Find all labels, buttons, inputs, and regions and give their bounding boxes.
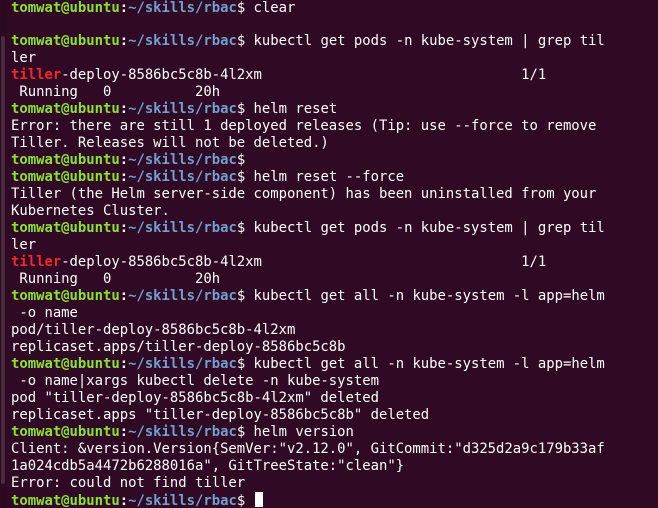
command-input[interactable]: [245, 493, 253, 508]
prompt-user-host: tomwat@ubuntu: [11, 169, 120, 185]
terminal-line: tomwat@ubuntu:~/skills/rbac$: [11, 152, 646, 169]
terminal-line: tomwat@ubuntu:~/skills/rbac$ helm versio…: [11, 424, 646, 441]
command-text: kubectl get pods -n kube-system | grep t…: [245, 220, 605, 236]
prompt-separator: :: [119, 0, 129, 16]
prompt-separator: :: [119, 220, 129, 236]
prompt-path: ~/skills/rbac: [128, 220, 237, 236]
command-text: helm reset --force: [245, 169, 405, 185]
prompt-path: ~/skills/rbac: [128, 356, 237, 372]
prompt-path: ~/skills/rbac: [128, 101, 237, 117]
command-text: kubectl get pods -n kube-system | grep t…: [245, 33, 605, 49]
terminal-line: 1a024cdb5a4472b6288016a", GitTreeState:"…: [11, 458, 405, 474]
terminal-line: Tiller. Releases will not be deleted.): [11, 135, 329, 151]
terminal-line: ler: [11, 50, 37, 66]
text-cursor: [254, 492, 263, 507]
terminal-window[interactable]: tomwat@ubuntu:~/skills/rbac$ clear tomwa…: [0, 0, 658, 508]
terminal-line: Error: could not find tiller: [11, 475, 246, 491]
command-text: clear: [245, 0, 296, 16]
terminal-line: -o name|xargs kubectl delete -n kube-sys…: [11, 373, 379, 389]
command-text: kubectl get all -n kube-system -l app=he…: [245, 356, 605, 372]
blank-gap: [11, 17, 646, 33]
command-text: kubectl get all -n kube-system -l app=he…: [245, 288, 605, 304]
terminal-line: tiller-deploy-8586bc5c8b-4l2xm 1/1: [11, 254, 646, 271]
terminal-line: Tiller (the Helm server-side component) …: [11, 186, 597, 202]
prompt-user-host: tomwat@ubuntu: [11, 424, 120, 440]
terminal-line: Running 0 20h: [11, 271, 221, 287]
prompt-symbol: $: [236, 493, 246, 508]
command-text: helm version: [245, 424, 354, 440]
grep-match: tiller: [11, 254, 62, 270]
terminal-line: pod/tiller-deploy-8586bc5c8b-4l2xm: [11, 322, 296, 338]
prompt-path: ~/skills/rbac: [128, 152, 237, 168]
terminal-line: Client: &version.Version{SemVer:"v2.12.0…: [11, 441, 605, 457]
terminal-line: -o name: [11, 305, 78, 321]
grep-match: tiller: [11, 67, 62, 83]
prompt-symbol: $: [236, 33, 246, 49]
prompt-symbol: $: [236, 424, 246, 440]
prompt-path: ~/skills/rbac: [128, 33, 237, 49]
terminal-line: tomwat@ubuntu:~/skills/rbac$ kubectl get…: [11, 33, 646, 50]
prompt-user-host: tomwat@ubuntu: [11, 356, 120, 372]
terminal-line: tomwat@ubuntu:~/skills/rbac$ helm reset: [11, 101, 646, 118]
prompt-separator: :: [119, 288, 129, 304]
terminal-line: ler: [11, 237, 37, 253]
prompt-path: ~/skills/rbac: [128, 169, 237, 185]
prompt-symbol: $: [236, 152, 246, 168]
terminal-line: tomwat@ubuntu:~/skills/rbac$ kubectl get…: [11, 288, 646, 305]
terminal-line: tomwat@ubuntu:~/skills/rbac$ clear: [11, 0, 646, 17]
terminal-line[interactable]: tomwat@ubuntu:~/skills/rbac$: [11, 492, 646, 508]
prompt-separator: :: [119, 152, 129, 168]
prompt-user-host: tomwat@ubuntu: [11, 152, 120, 168]
prompt-symbol: $: [236, 288, 246, 304]
terminal-line: replicaset.apps "tiller-deploy-8586bc5c8…: [11, 407, 430, 423]
output-text: -deploy-8586bc5c8b-4l2xm 1/1: [61, 254, 547, 270]
command-text: helm reset: [245, 101, 338, 117]
terminal-line: pod "tiller-deploy-8586bc5c8b-4l2xm" del…: [11, 390, 379, 406]
prompt-user-host: tomwat@ubuntu: [11, 33, 120, 49]
prompt-path: ~/skills/rbac: [128, 493, 237, 508]
scrollbar[interactable]: [0, 0, 6, 508]
prompt-separator: :: [119, 493, 129, 508]
prompt-user-host: tomwat@ubuntu: [11, 493, 120, 508]
terminal-line: tomwat@ubuntu:~/skills/rbac$ kubectl get…: [11, 220, 646, 237]
terminal-line: Kubernetes Cluster.: [11, 203, 170, 219]
terminal-line: Running 0 20h: [11, 84, 221, 100]
prompt-separator: :: [119, 169, 129, 185]
prompt-separator: :: [119, 424, 129, 440]
terminal-line: tiller-deploy-8586bc5c8b-4l2xm 1/1: [11, 67, 646, 84]
prompt-separator: :: [119, 356, 129, 372]
scrollbar-thumb[interactable]: [1, 36, 5, 484]
terminal-line: tomwat@ubuntu:~/skills/rbac$ helm reset …: [11, 169, 646, 186]
prompt-separator: :: [119, 33, 129, 49]
prompt-symbol: $: [236, 220, 246, 236]
prompt-symbol: $: [236, 169, 246, 185]
output-text: -deploy-8586bc5c8b-4l2xm 1/1: [61, 67, 547, 83]
prompt-user-host: tomwat@ubuntu: [11, 288, 120, 304]
prompt-path: ~/skills/rbac: [128, 288, 237, 304]
terminal-line: replicaset.apps/tiller-deploy-8586bc5c8b: [11, 339, 346, 355]
prompt-user-host: tomwat@ubuntu: [11, 0, 120, 16]
prompt-symbol: $: [236, 101, 246, 117]
prompt-user-host: tomwat@ubuntu: [11, 101, 120, 117]
prompt-separator: :: [119, 101, 129, 117]
terminal-line: tomwat@ubuntu:~/skills/rbac$ kubectl get…: [11, 356, 646, 373]
prompt-user-host: tomwat@ubuntu: [11, 220, 120, 236]
prompt-symbol: $: [236, 0, 246, 16]
prompt-symbol: $: [236, 356, 246, 372]
prompt-path: ~/skills/rbac: [128, 0, 237, 16]
terminal-line: Error: there are still 1 deployed releas…: [11, 118, 597, 134]
prompt-path: ~/skills/rbac: [128, 424, 237, 440]
